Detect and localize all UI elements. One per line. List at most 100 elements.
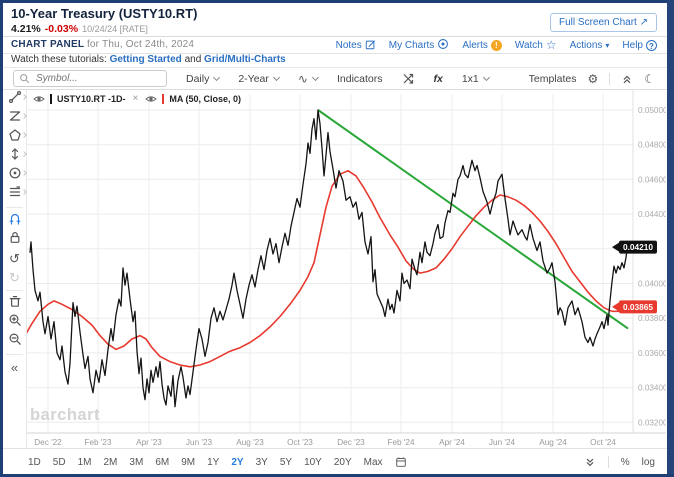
undo-icon: ↺ — [9, 251, 20, 266]
range-button-20y[interactable]: 20Y — [334, 457, 352, 468]
window-border-top — [0, 0, 674, 3]
zoom-in-tool[interactable] — [3, 313, 26, 332]
fx-functions-button[interactable]: fx — [434, 73, 443, 85]
tutorial-link-getting-started[interactable]: Getting Started — [110, 54, 182, 65]
chart-type-dropdown[interactable]: ∿ — [298, 72, 320, 86]
help-icon: ? — [646, 39, 657, 52]
gear-icon[interactable]: ⚙ — [587, 72, 598, 86]
close-icon[interactable]: × — [133, 93, 139, 104]
eye-visibility-icon[interactable] — [145, 94, 158, 104]
quote-change: -0.03% — [44, 23, 79, 35]
chart-toolbar: Daily 2-Year ∿ Indicators fx 1x1 Templat… — [3, 68, 667, 90]
range-button-3m[interactable]: 3M — [129, 457, 143, 468]
range-button-5y[interactable]: 5Y — [280, 457, 292, 468]
y-axis-label: 0.03200 — [638, 418, 666, 427]
rail-divider — [6, 207, 23, 208]
caret-down-icon: ▾ — [605, 41, 610, 50]
period-dropdown[interactable]: Daily — [186, 73, 221, 85]
collapse-toolbar-icon[interactable] — [621, 73, 633, 85]
collapse-rail[interactable]: « — [3, 358, 26, 377]
trendline-icon — [8, 90, 22, 109]
magnet-tool[interactable] — [3, 211, 26, 230]
range-button-3y[interactable]: 3Y — [256, 457, 268, 468]
shapes-icon — [8, 128, 22, 147]
x-axis-label: Dec '22 — [34, 438, 62, 447]
range-label: 2-Year — [238, 72, 269, 85]
lock-tool[interactable] — [3, 230, 26, 249]
ma-price-tag-value: 0.03865 — [623, 302, 653, 312]
lines-tool[interactable] — [3, 185, 27, 204]
last-price-tag-pointer — [612, 242, 619, 252]
grid-layout-dropdown[interactable]: 1x1 — [462, 73, 490, 85]
templates-label: Templates — [528, 72, 577, 85]
symbol-search-box — [13, 70, 167, 87]
my-charts-icon — [437, 38, 449, 53]
shapes-tool[interactable] — [3, 128, 27, 147]
range-button-5d[interactable]: 5D — [53, 457, 66, 468]
x-axis-label: Aug '23 — [236, 438, 264, 447]
annotation-icon — [8, 166, 22, 185]
chart-plot-area[interactable]: 0.05000 0.04800 0.04600 0.04400 0.04000 0.038… — [24, 90, 668, 448]
alert-badge-icon: ! — [490, 40, 502, 51]
fibonacci-tool[interactable] — [3, 109, 27, 128]
quote-date-note: 10/24/24 [RATE] — [82, 24, 148, 34]
notes-icon — [365, 39, 376, 53]
range-selector-bar: 1D 5D 1M 2M 3M 6M 9M 1Y 2Y 3Y 5Y 10Y 20Y Max % log — [3, 448, 667, 475]
panel-link-label: Help — [622, 40, 643, 51]
y-axis-label: 0.04600 — [638, 175, 666, 184]
last-price-tag: 0.04210 — [612, 240, 657, 254]
x-axis-label: Oct '24 — [590, 438, 616, 447]
magnet-icon — [8, 211, 22, 230]
range-buttons: 1D 5D 1M 2M 3M 6M 9M 1Y 2Y 3Y 5Y 10Y 20Y Max — [28, 449, 407, 475]
tutorial-link-grid-multi-charts[interactable]: Grid/Multi-Charts — [204, 54, 286, 65]
log-scale-button[interactable]: log — [642, 457, 655, 468]
zoom-out-tool[interactable] — [3, 332, 26, 351]
chart-panel-date: for Thu, Oct 24th, 2024 — [86, 39, 195, 50]
undo-button[interactable]: ↺ — [3, 249, 26, 268]
trendline-tool[interactable] — [3, 90, 27, 109]
range-button-6m[interactable]: 6M — [155, 457, 169, 468]
window-scrollbar[interactable] — [667, 0, 674, 477]
delete-tool[interactable] — [3, 294, 26, 313]
compare-icon[interactable] — [402, 72, 415, 85]
range-button-2m[interactable]: 2M — [104, 457, 118, 468]
series1-color-bar — [50, 93, 52, 104]
arrows-tool[interactable] — [3, 147, 27, 166]
calendar-icon[interactable] — [395, 455, 407, 470]
range-button-2y[interactable]: 2Y — [231, 457, 243, 468]
panel-link-actions[interactable]: Actions ▾ — [570, 40, 610, 51]
title-bar: 10-Year Treasury (USTY10.RT) 4.21% -0.03%… — [3, 3, 667, 37]
dark-mode-moon-icon[interactable]: ☾ — [644, 72, 655, 86]
collapse-panel-icon[interactable] — [584, 456, 596, 468]
range-button-10y[interactable]: 10Y — [304, 457, 322, 468]
indicators-button[interactable]: Indicators — [337, 73, 383, 85]
range-button-1m[interactable]: 1M — [78, 457, 92, 468]
x-axis-label: Aug '24 — [539, 438, 567, 447]
annotation-tool[interactable] — [3, 166, 27, 185]
y-axis-label: 0.04800 — [638, 141, 666, 150]
y-axis-label: 0.03400 — [638, 384, 666, 393]
panel-link-notes[interactable]: Notes — [336, 39, 376, 53]
eye-visibility-icon[interactable] — [33, 94, 45, 104]
range-button-9m[interactable]: 9M — [181, 457, 195, 468]
window-border-left — [0, 0, 3, 477]
range-button-1y[interactable]: 1Y — [207, 457, 219, 468]
panel-link-help[interactable]: Help? — [622, 39, 657, 52]
panel-link-label: Alerts — [462, 40, 488, 51]
zoomout-icon — [8, 332, 22, 351]
panel-links: Notes My Charts Alerts! Watch ☆ Actions ▾ Help? — [336, 38, 657, 53]
submenu-chevron-icon — [21, 151, 27, 157]
series2-color-bar — [162, 93, 165, 104]
full-screen-chart-button[interactable]: Full Screen Chart ↗ — [550, 13, 657, 32]
range-button-max[interactable]: Max — [364, 457, 383, 468]
quote-value: 4.21% — [11, 23, 41, 35]
panel-link-alerts[interactable]: Alerts! — [462, 40, 502, 51]
templates-button[interactable]: Templates — [529, 73, 577, 85]
range-dropdown[interactable]: 2-Year — [238, 72, 280, 85]
panel-link-watch[interactable]: Watch ☆ — [515, 39, 557, 52]
range-button-1d[interactable]: 1D — [28, 457, 41, 468]
percent-scale-button[interactable]: % — [621, 457, 630, 468]
y-axis-label: 0.03600 — [638, 349, 666, 358]
panel-link-my-charts[interactable]: My Charts — [389, 38, 450, 53]
symbol-search-input[interactable] — [34, 72, 148, 85]
